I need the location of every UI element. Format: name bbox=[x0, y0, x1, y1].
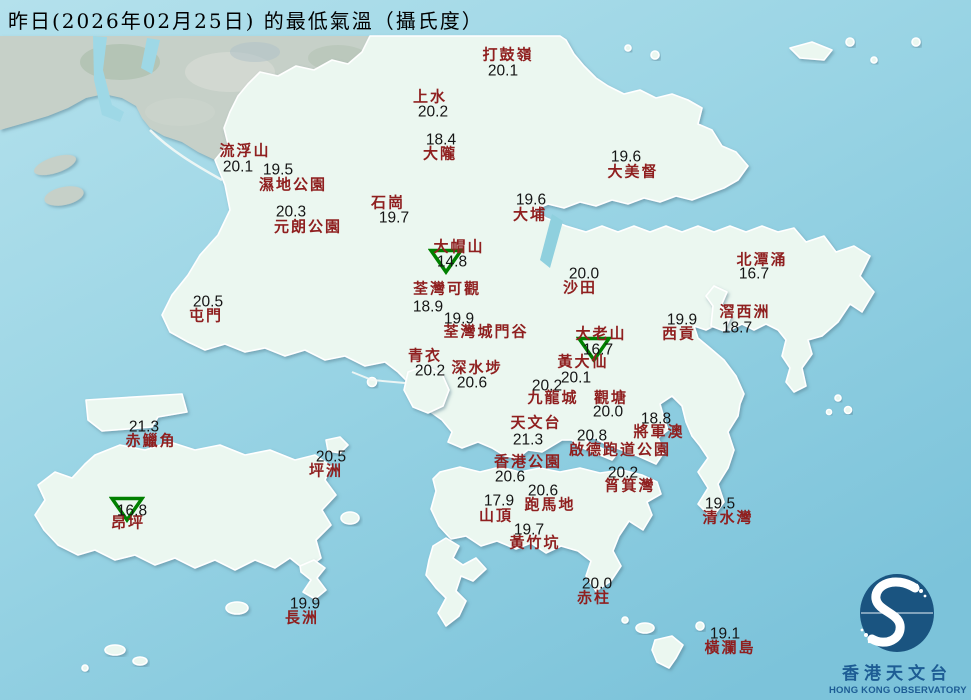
station-name: 大埔 bbox=[512, 205, 548, 224]
hko-logo: 香港天文台 HONG KONG OBSERVATORY bbox=[829, 572, 967, 696]
station-name: 屯門 bbox=[188, 306, 224, 325]
station-name: 大美督 bbox=[607, 162, 659, 181]
station-min-temp-value: 19.5 bbox=[704, 495, 736, 513]
station-min-temp-value: 20.6 bbox=[494, 468, 526, 486]
min-temperature-map: 昨日(2026年02月25日) 的最低氣溫（攝氏度） 打鼓嶺 20.1 上水 20.2… bbox=[0, 0, 971, 700]
station-min-temp-value: 21.3 bbox=[512, 431, 544, 449]
station-min-temp-value: 16.7 bbox=[738, 265, 770, 283]
station-name: 深水埗 bbox=[451, 358, 503, 377]
station-min-temp-value: 20.6 bbox=[456, 374, 488, 392]
station-name: 山頂 bbox=[478, 506, 514, 525]
station-min-temp-value: 20.8 bbox=[576, 427, 608, 445]
station-min-temp-value: 19.1 bbox=[709, 625, 741, 643]
station-name: 清水灣 bbox=[702, 508, 754, 527]
station-name: 上水 bbox=[412, 87, 448, 106]
station-min-temp-value: 19.5 bbox=[262, 161, 294, 179]
station-name: 打鼓嶺 bbox=[482, 45, 534, 64]
station-name: 赤柱 bbox=[576, 588, 612, 607]
station-min-temp-value: 18.4 bbox=[425, 131, 457, 149]
station-min-temp-value: 18.8 bbox=[640, 410, 672, 428]
station-min-temp-value: 17.9 bbox=[483, 492, 515, 510]
station-min-temp-value: 20.1 bbox=[560, 369, 592, 387]
station-min-temp-value: 20.0 bbox=[581, 575, 613, 593]
station-name: 元朗公園 bbox=[273, 217, 343, 236]
hko-logo-chinese-name: 香港天文台 bbox=[842, 664, 952, 685]
station-name: 濕地公園 bbox=[258, 175, 328, 194]
station-min-temp-value: 20.0 bbox=[592, 403, 624, 421]
station-min-temp-value: 19.6 bbox=[515, 191, 547, 209]
station-min-temp-value: 21.3 bbox=[128, 418, 160, 436]
station-name: 荃灣可觀 bbox=[412, 279, 482, 298]
station-name: 大帽山 bbox=[433, 237, 485, 256]
station-name: 大老山 bbox=[575, 324, 627, 343]
station-name: 長洲 bbox=[284, 608, 320, 627]
station-name: 滘西洲 bbox=[719, 302, 771, 321]
station-name: 青衣 bbox=[407, 346, 443, 365]
station-min-temp-value: 20.1 bbox=[222, 158, 254, 176]
station-name: 大隴 bbox=[422, 144, 458, 163]
station-name: 西貢 bbox=[661, 324, 697, 343]
station-layer: 打鼓嶺 20.1 上水 20.2 大隴 18.4 大美督 19.6 大埔 19.6 流浮山 20.1 濕… bbox=[0, 0, 971, 700]
station-min-temp-value: 20.0 bbox=[568, 265, 600, 283]
station-min-temp-value: 19.9 bbox=[443, 310, 475, 328]
station-name: 香港公園 bbox=[493, 452, 563, 471]
station-min-temp-value: 14.8 bbox=[436, 253, 468, 271]
station-min-temp-value: 18.7 bbox=[721, 319, 753, 337]
station-min-temp-value: 19.9 bbox=[666, 311, 698, 329]
station-min-temp-value: 20.6 bbox=[527, 482, 559, 500]
station-name: 沙田 bbox=[562, 278, 598, 297]
station-name: 石崗 bbox=[370, 193, 406, 212]
station-min-temp-value: 19.7 bbox=[513, 521, 545, 539]
station-min-temp-value: 19.6 bbox=[610, 148, 642, 166]
station-name: 流浮山 bbox=[219, 141, 271, 160]
station-name: 赤鱲角 bbox=[125, 431, 177, 450]
station-min-temp-value: 20.2 bbox=[531, 377, 563, 395]
station-min-temp-value: 19.7 bbox=[378, 209, 410, 227]
station-min-temp-value: 19.9 bbox=[289, 595, 321, 613]
station-name: 啟德跑道公園 bbox=[568, 440, 672, 459]
station-min-temp-value: 20.3 bbox=[275, 203, 307, 221]
station-name: 黃大仙 bbox=[557, 352, 609, 371]
station-min-temp-value: 20.2 bbox=[417, 103, 449, 121]
station-min-temp-value: 18.9 bbox=[412, 298, 444, 316]
station-min-temp-value: 20.2 bbox=[607, 464, 639, 482]
hko-logo-icon bbox=[860, 574, 934, 653]
station-min-temp-value: 20.5 bbox=[315, 448, 347, 466]
station-min-temp-value: 20.5 bbox=[192, 293, 224, 311]
station-min-temp-value: 16.8 bbox=[116, 502, 148, 520]
station-name: 橫瀾島 bbox=[704, 638, 756, 657]
hko-logo-english-name: HONG KONG OBSERVATORY bbox=[829, 684, 967, 696]
station-min-temp-value: 20.2 bbox=[414, 362, 446, 380]
station-min-temp-value: 20.1 bbox=[487, 62, 519, 80]
station-name: 坪洲 bbox=[308, 461, 344, 480]
station-name: 跑馬地 bbox=[524, 495, 576, 514]
station-name: 天文台 bbox=[510, 413, 562, 432]
